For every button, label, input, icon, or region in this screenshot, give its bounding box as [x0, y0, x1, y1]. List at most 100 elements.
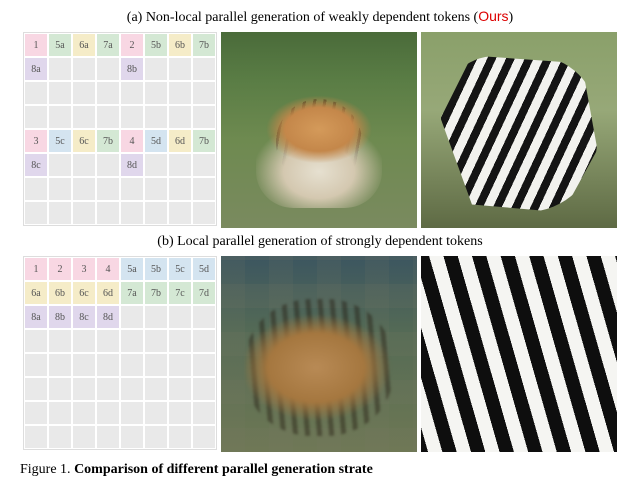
panel-a-title: (a) Non-local parallel generation of wea… [20, 8, 620, 26]
token-cell [48, 353, 72, 377]
token-cell: 8c [72, 305, 96, 329]
token-cell [72, 177, 96, 201]
token-cell [96, 201, 120, 225]
token-cell: 6d [168, 129, 192, 153]
token-cell: 8c [24, 153, 48, 177]
token-cell [144, 305, 168, 329]
token-cell [144, 425, 168, 449]
caption-bold: Comparison of different parallel generat… [74, 462, 373, 477]
token-cell [120, 305, 144, 329]
token-cell: 7a [120, 281, 144, 305]
token-cell [192, 201, 216, 225]
token-cell: 3 [24, 129, 48, 153]
token-cell [192, 153, 216, 177]
ours-label: Ours [478, 8, 508, 24]
token-cell [168, 177, 192, 201]
token-cell [48, 81, 72, 105]
token-cell: 6c [72, 281, 96, 305]
token-cell [96, 177, 120, 201]
token-cell [144, 329, 168, 353]
token-cell: 7b [192, 33, 216, 57]
token-cell [24, 201, 48, 225]
token-cell [96, 153, 120, 177]
image-tiger-ours [221, 32, 417, 228]
token-cell: 5d [192, 257, 216, 281]
token-cell: 1 [24, 257, 48, 281]
token-cell [96, 57, 120, 81]
token-cell [72, 377, 96, 401]
token-cell [96, 377, 120, 401]
token-cell [120, 353, 144, 377]
token-cell [96, 425, 120, 449]
token-cell [168, 153, 192, 177]
token-cell: 8d [120, 153, 144, 177]
token-cell: 5a [48, 33, 72, 57]
token-grid-b: 12345a5b5c5d6a6b6c6d7a7b7c7d8a8b8c8d [23, 256, 217, 450]
image-zebra-ours [421, 32, 617, 228]
token-cell [192, 81, 216, 105]
token-cell [168, 305, 192, 329]
image-zebra-local [421, 256, 617, 452]
token-cell [144, 401, 168, 425]
token-cell [144, 377, 168, 401]
token-cell [120, 81, 144, 105]
token-cell [72, 329, 96, 353]
token-cell: 8b [48, 305, 72, 329]
token-cell: 7b [96, 129, 120, 153]
token-cell [192, 57, 216, 81]
token-cell [192, 377, 216, 401]
token-cell [72, 57, 96, 81]
token-cell [24, 401, 48, 425]
token-cell [168, 105, 192, 129]
token-cell [168, 57, 192, 81]
token-cell: 3 [72, 257, 96, 281]
token-cell [24, 425, 48, 449]
token-cell [72, 153, 96, 177]
token-cell: 5b [144, 257, 168, 281]
panel-b-title: (b) Local parallel generation of strongl… [20, 234, 620, 250]
token-cell [168, 201, 192, 225]
token-cell: 4 [120, 129, 144, 153]
token-cell [24, 177, 48, 201]
token-cell [48, 177, 72, 201]
token-cell [168, 401, 192, 425]
token-cell: 6c [72, 129, 96, 153]
token-cell [48, 57, 72, 81]
token-cell: 8d [96, 305, 120, 329]
token-cell [168, 353, 192, 377]
token-cell [192, 105, 216, 129]
token-cell: 5b [144, 33, 168, 57]
token-cell [120, 377, 144, 401]
token-cell [72, 425, 96, 449]
token-cell: 5c [168, 257, 192, 281]
token-cell: 8b [120, 57, 144, 81]
token-grid-a: 15a6a7a25b6b7b8a8b35c6c7b45d6d7b8c8d [23, 32, 217, 226]
token-cell: 6d [96, 281, 120, 305]
panel-a-title-suffix: ) [509, 10, 514, 25]
token-cell [144, 177, 168, 201]
panel-b: 12345a5b5c5d6a6b6c6d7a7b7c7d8a8b8c8d [20, 256, 620, 452]
token-cell [192, 425, 216, 449]
token-cell [96, 353, 120, 377]
token-cell: 5a [120, 257, 144, 281]
token-cell [120, 401, 144, 425]
token-cell [24, 353, 48, 377]
token-cell [120, 329, 144, 353]
token-cell: 6a [24, 281, 48, 305]
token-cell [96, 81, 120, 105]
token-cell [168, 81, 192, 105]
token-cell: 5c [48, 129, 72, 153]
token-cell [96, 105, 120, 129]
token-cell: 2 [48, 257, 72, 281]
token-cell [168, 329, 192, 353]
token-cell [144, 201, 168, 225]
token-cell [48, 377, 72, 401]
token-cell [48, 401, 72, 425]
token-cell [24, 105, 48, 129]
token-cell: 7d [192, 281, 216, 305]
token-cell: 7c [168, 281, 192, 305]
token-cell [144, 105, 168, 129]
token-cell [48, 329, 72, 353]
token-cell [96, 401, 120, 425]
token-cell [48, 153, 72, 177]
